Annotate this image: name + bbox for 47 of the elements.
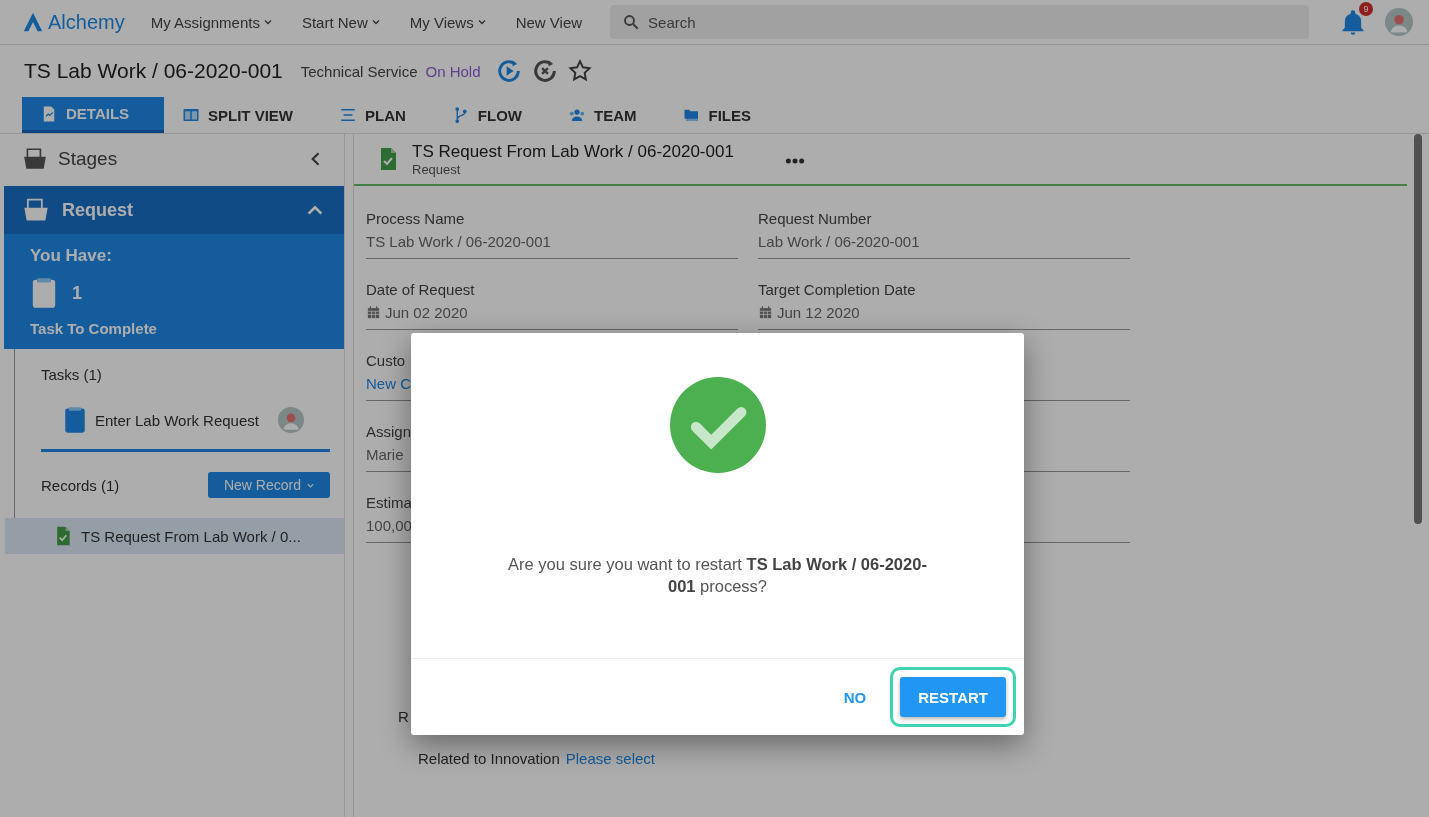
- summary-heading: You Have:: [30, 246, 113, 266]
- field-label: Related to Innovation: [418, 750, 560, 767]
- process-type: Technical Service: [300, 62, 418, 80]
- dialog-message: Are you sure you want to restart TS Lab Work / 06-2020-001 process?: [507, 554, 928, 597]
- avatar: [278, 407, 304, 433]
- tray-icon: [22, 146, 48, 172]
- field-label: R: [398, 708, 409, 725]
- status-label: On Hold: [425, 62, 481, 80]
- nav-menu[interactable]: Start New: [301, 13, 382, 31]
- notification-badge: 9: [1359, 2, 1373, 16]
- section-heading: Records (1): [41, 476, 120, 494]
- calendar-icon: [758, 305, 773, 320]
- stage-header[interactable]: Request: [4, 186, 344, 234]
- process-title: TS Lab Work / 06-2020-001: [24, 59, 283, 83]
- logo-icon: [22, 11, 44, 33]
- plan-icon: [339, 106, 357, 124]
- form-field[interactable]: Date of Request Jun 02 2020: [366, 281, 738, 330]
- tray-icon: [22, 196, 50, 224]
- clipboard-icon: [30, 276, 58, 310]
- tab[interactable]: TEAM: [550, 97, 665, 133]
- tab[interactable]: PLAN: [321, 97, 434, 133]
- search-field[interactable]: Search: [610, 5, 1309, 39]
- form-field[interactable]: Request Number Lab Work / 06-2020-001: [758, 210, 1130, 259]
- tab[interactable]: FILES: [664, 97, 780, 133]
- task-item[interactable]: Enter Lab Work Request: [63, 399, 344, 441]
- form-field[interactable]: Process Name TS Lab Work / 06-2020-001: [366, 210, 738, 259]
- clipboard-icon: [63, 406, 87, 434]
- task-count: 1: [72, 282, 82, 304]
- team-icon: [568, 106, 586, 124]
- star-icon[interactable]: [566, 58, 593, 84]
- split-view-icon: [182, 106, 200, 124]
- calendar-icon: [366, 305, 381, 320]
- nav-menu[interactable]: New View: [515, 13, 583, 31]
- scrollbar[interactable]: [1414, 134, 1422, 524]
- tab[interactable]: FLOW: [433, 97, 550, 133]
- record-title: TS Request From Lab Work / 06-2020-001: [412, 141, 734, 162]
- nav-menu[interactable]: My Views: [409, 13, 488, 31]
- form-field[interactable]: Target Completion Date Jun 12 2020: [758, 281, 1130, 330]
- record-subtitle: Request: [412, 161, 462, 177]
- sidebar-heading: Stages: [58, 148, 119, 170]
- tab[interactable]: SPLIT VIEW: [164, 97, 321, 133]
- nav-menu[interactable]: My Assignments: [150, 13, 274, 31]
- summary-caption: Task To Complete: [30, 320, 158, 337]
- check-icon: [669, 377, 766, 473]
- record-item[interactable]: TS Request From Lab Work / 0...: [5, 518, 344, 554]
- section-heading: Tasks (1): [41, 365, 102, 383]
- avatar[interactable]: [1385, 8, 1413, 36]
